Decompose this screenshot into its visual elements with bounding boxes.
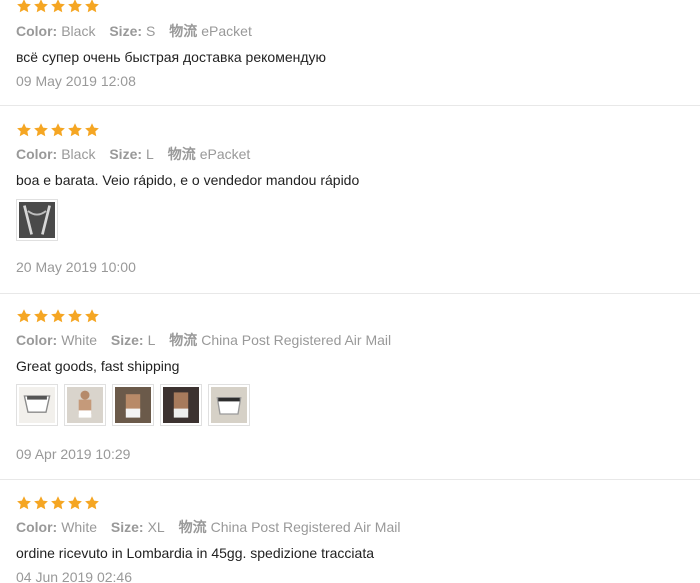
review-attributes: Color: White Size: L 物流 China Post Register… — [16, 331, 401, 349]
star-icon — [50, 0, 66, 14]
attribute-value: Black — [61, 146, 96, 162]
review-attributes: Color: Black Size: L 物流 ePacket — [16, 145, 260, 163]
star-icon — [84, 0, 100, 14]
star-icon — [67, 495, 83, 511]
attribute-value: L — [146, 146, 154, 162]
attribute-value: XL — [147, 519, 165, 535]
review-photo-thumbnail[interactable] — [16, 199, 58, 241]
attribute-value: White — [61, 519, 98, 535]
star-icon — [16, 122, 32, 138]
review-text: всё супер очень быстрая доставка рекомен… — [16, 49, 327, 65]
attribute-value: ePacket — [201, 23, 252, 39]
star-rating — [16, 495, 100, 511]
attribute-key: 物流 — [169, 23, 198, 39]
photo-image — [19, 387, 55, 423]
review-photo-thumbnail[interactable] — [160, 384, 202, 426]
attribute-key: Size: — [110, 332, 144, 348]
attribute-value: White — [61, 332, 98, 348]
star-icon — [33, 122, 49, 138]
attribute-value: Black — [61, 23, 96, 39]
attribute-key: 物流 — [178, 519, 207, 535]
attribute-key: Color: — [16, 332, 58, 348]
review-text: Great goods, fast shipping — [16, 358, 180, 374]
review-photo-thumbnail[interactable] — [112, 384, 154, 426]
star-rating — [16, 122, 100, 138]
photo-image — [163, 387, 199, 423]
color-attribute: Color: White — [16, 518, 97, 536]
photo-image — [115, 387, 151, 423]
review-photos — [16, 384, 250, 426]
star-rating — [16, 0, 100, 14]
size-attribute: Size: S — [109, 22, 155, 40]
star-icon — [67, 122, 83, 138]
attribute-key: Color: — [16, 519, 58, 535]
star-icon — [84, 308, 100, 324]
photo-image — [67, 387, 103, 423]
attribute-value: L — [147, 332, 156, 348]
review-attributes: Color: White Size: XL 物流 China Post Registe… — [16, 518, 410, 536]
color-attribute: Color: Black — [16, 145, 95, 163]
attribute-key: 物流 — [169, 332, 198, 348]
review-photo-thumbnail[interactable] — [208, 384, 250, 426]
star-icon — [50, 495, 66, 511]
review-item: Color: Black Size: L 物流 ePacket boa e barat… — [0, 106, 700, 294]
attribute-key: Size: — [109, 23, 143, 39]
star-icon — [67, 0, 83, 14]
color-attribute: Color: Black — [16, 22, 95, 40]
size-attribute: Size: XL — [111, 518, 165, 536]
review-date: 04 Jun 2019 02:46 — [16, 569, 132, 583]
review-text: ordine ricevuto in Lombardia in 45gg. sp… — [16, 545, 374, 561]
shipping-attribute: 物流 China Post Registered Air Mail — [169, 331, 391, 349]
shipping-attribute: 物流 ePacket — [168, 145, 251, 163]
shipping-attribute: 物流 ePacket — [169, 22, 252, 40]
review-attributes: Color: Black Size: S 物流 ePacket — [16, 22, 262, 40]
size-attribute: Size: L — [111, 331, 155, 349]
review-feed: Color: Black Size: S 物流 ePacket всё супер о… — [0, 0, 700, 583]
review-photo-thumbnail[interactable] — [16, 384, 58, 426]
attribute-value: China Post Registered Air Mail — [210, 519, 401, 535]
star-icon — [33, 308, 49, 324]
star-rating — [16, 308, 100, 324]
attribute-value: ePacket — [199, 146, 251, 162]
star-icon — [50, 308, 66, 324]
review-date: 09 Apr 2019 10:29 — [16, 446, 131, 462]
attribute-key: 物流 — [167, 146, 196, 162]
review-text: boa e barata. Veio rápido, e o vendedor … — [16, 172, 360, 188]
star-icon — [84, 495, 100, 511]
review-item: Color: White Size: L 物流 China Post Register… — [0, 294, 700, 480]
star-icon — [50, 122, 66, 138]
review-item: Color: White Size: XL 物流 China Post Registe… — [0, 480, 700, 583]
size-attribute: Size: L — [109, 145, 153, 163]
review-item: Color: Black Size: S 物流 ePacket всё супер о… — [0, 0, 700, 106]
shipping-attribute: 物流 China Post Registered Air Mail — [179, 518, 401, 536]
attribute-key: Color: — [16, 146, 58, 162]
review-photos — [16, 199, 58, 241]
star-icon — [16, 495, 32, 511]
star-icon — [16, 0, 32, 14]
star-icon — [67, 308, 83, 324]
review-photo-thumbnail[interactable] — [64, 384, 106, 426]
attribute-key: Size: — [109, 146, 143, 162]
attribute-value: China Post Registered Air Mail — [201, 332, 392, 348]
photo-image — [211, 387, 247, 423]
star-icon — [33, 495, 49, 511]
attribute-value: S — [146, 23, 156, 39]
review-date: 20 May 2019 10:00 — [16, 259, 136, 275]
photo-image — [19, 202, 55, 238]
star-icon — [33, 0, 49, 14]
color-attribute: Color: White — [16, 331, 97, 349]
attribute-key: Color: — [16, 23, 58, 39]
star-icon — [84, 122, 100, 138]
star-icon — [16, 308, 32, 324]
attribute-key: Size: — [110, 519, 144, 535]
review-date: 09 May 2019 12:08 — [16, 73, 136, 89]
